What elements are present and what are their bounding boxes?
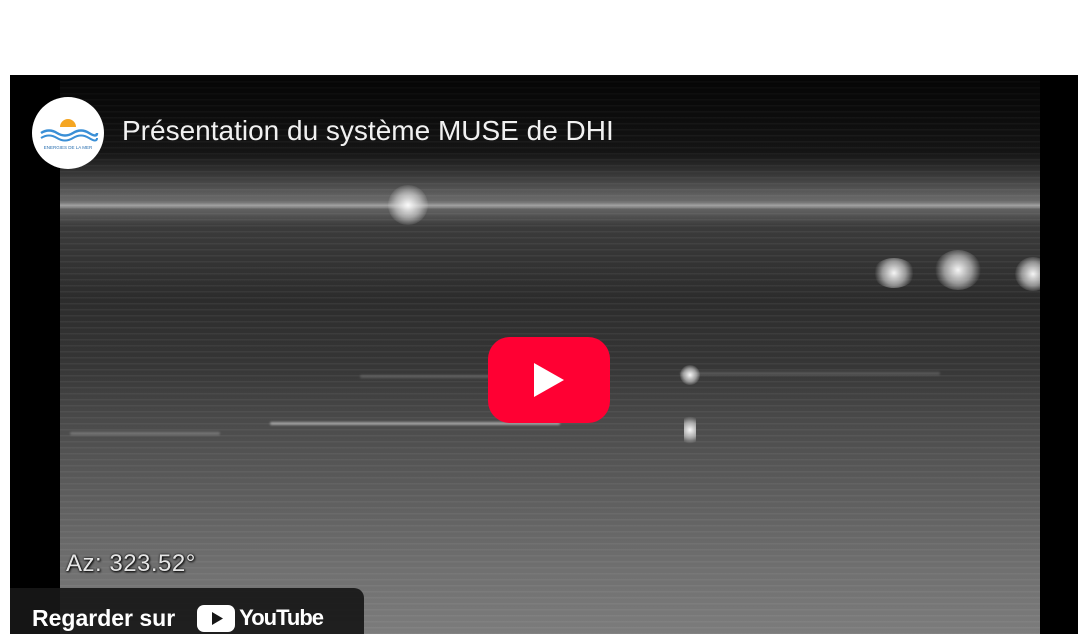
watch-on-label: Regarder sur [32,604,176,631]
bird-blob [680,365,700,385]
bird-blob [935,250,981,290]
youtube-wordmark: YouTube [239,605,324,630]
azimuth-readout: Az: 323.52° [66,550,196,577]
sun-waves-logo-icon: ENERGIES DE LA MER [37,119,99,150]
bird-blob [1015,257,1040,291]
water-streak [680,372,940,375]
youtube-logo: YouTube [197,604,324,632]
reflection-blob [684,413,696,447]
bird-blob [873,258,915,288]
watch-on-youtube-button[interactable]: Regarder sur YouTube [10,588,364,634]
horizon-line [60,202,1040,209]
water-streak [70,432,220,435]
youtube-play-icon [197,604,236,632]
water-streak [360,375,500,378]
youtube-embed[interactable]: ENERGIES DE LA MER Présentation du systè… [10,75,1078,634]
avatar-text: ENERGIES DE LA MER [44,145,93,150]
channel-avatar[interactable]: ENERGIES DE LA MER [32,97,104,169]
video-title[interactable]: Présentation du système MUSE de DHI [122,115,614,147]
play-button[interactable] [488,337,610,423]
play-icon [534,363,564,397]
